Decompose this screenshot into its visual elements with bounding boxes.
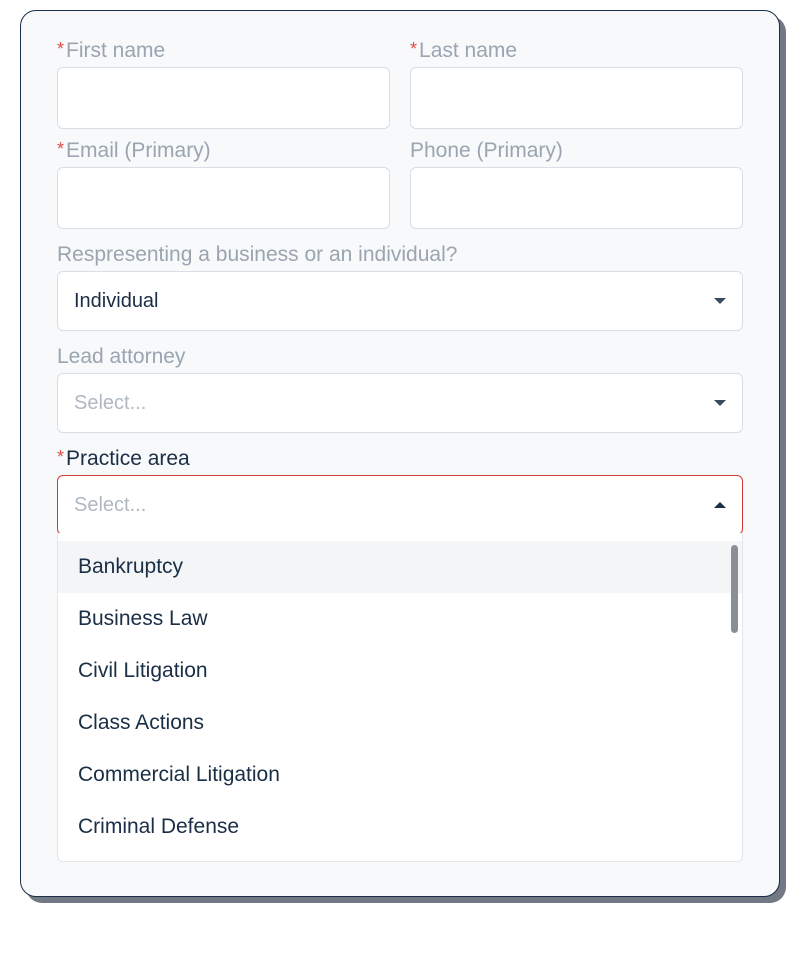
last-name-field: *Last name <box>410 39 743 129</box>
representing-select[interactable]: Individual <box>57 271 743 331</box>
lead-attorney-select[interactable]: Select... <box>57 373 743 433</box>
first-name-field: *First name <box>57 39 390 129</box>
representing-label: Respresenting a business or an individua… <box>57 243 743 267</box>
dropdown-option[interactable]: Commercial Litigation <box>58 749 742 801</box>
email-label: *Email (Primary) <box>57 139 390 163</box>
phone-input[interactable] <box>410 167 743 229</box>
dropdown-option[interactable]: Civil Litigation <box>58 645 742 697</box>
practice-area-label: *Practice area <box>57 447 743 471</box>
lead-attorney-label: Lead attorney <box>57 345 743 369</box>
chevron-down-icon <box>714 298 726 304</box>
practice-area-select[interactable]: Select... <box>57 475 743 535</box>
practice-area-placeholder: Select... <box>74 494 146 517</box>
lead-attorney-field: Lead attorney Select... <box>57 345 743 433</box>
lead-attorney-placeholder: Select... <box>74 392 146 415</box>
last-name-input[interactable] <box>410 67 743 129</box>
email-field: *Email (Primary) <box>57 139 390 229</box>
phone-field: Phone (Primary) <box>410 139 743 229</box>
form-card: *First name *Last name *Email (Primary) … <box>20 10 780 897</box>
dropdown-option[interactable]: Criminal Defense <box>58 801 742 853</box>
first-name-input[interactable] <box>57 67 390 129</box>
scrollbar-thumb[interactable] <box>731 545 738 633</box>
dropdown-option[interactable]: Bankruptcy <box>58 541 742 593</box>
chevron-up-icon <box>714 502 726 508</box>
practice-area-field: *Practice area Select... Bankruptcy Busi… <box>57 447 743 862</box>
dropdown-option[interactable]: Business Law <box>58 593 742 645</box>
email-input[interactable] <box>57 167 390 229</box>
phone-label: Phone (Primary) <box>410 139 743 163</box>
chevron-down-icon <box>714 400 726 406</box>
representing-value: Individual <box>74 290 159 313</box>
representing-field: Respresenting a business or an individua… <box>57 243 743 331</box>
practice-area-dropdown: Bankruptcy Business Law Civil Litigation… <box>57 533 743 862</box>
first-name-label: *First name <box>57 39 390 63</box>
last-name-label: *Last name <box>410 39 743 63</box>
dropdown-option[interactable]: Class Actions <box>58 697 742 749</box>
